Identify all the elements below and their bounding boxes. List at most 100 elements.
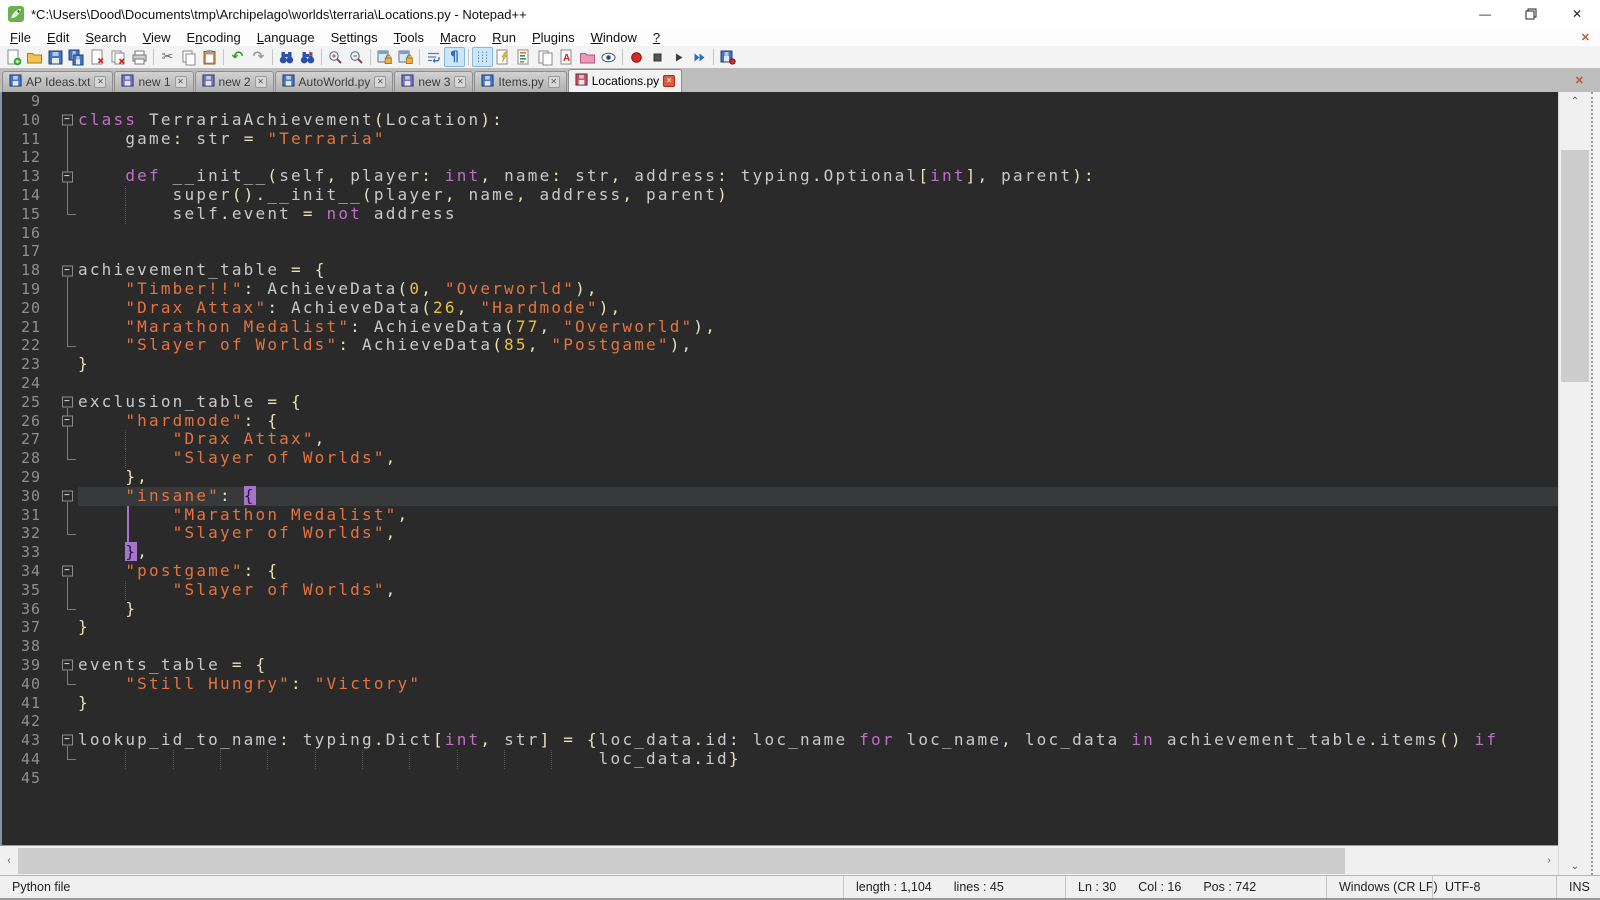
new-file-icon[interactable] xyxy=(3,47,24,67)
tab-close-icon[interactable]: ✕ xyxy=(548,76,560,88)
function-list-icon[interactable] xyxy=(493,47,514,67)
code-line-text[interactable] xyxy=(78,712,1558,731)
word-wrap-icon[interactable] xyxy=(423,47,444,67)
code-line-text[interactable] xyxy=(78,769,1558,788)
code-line-text[interactable] xyxy=(78,92,1558,111)
code-line-text[interactable]: } xyxy=(78,618,1558,637)
code-line-text[interactable]: class TerrariaAchievement(Location): xyxy=(78,111,1558,130)
replace-icon[interactable]: b xyxy=(297,47,318,67)
code-line-text[interactable]: "Slayer of Worlds": AchieveData(85, "Pos… xyxy=(78,336,1558,355)
macro-run-multiple-icon[interactable] xyxy=(689,47,710,67)
vertical-scrollbar[interactable]: ⌃ ⌄ xyxy=(1558,92,1591,875)
code-line-text[interactable]: game: str = "Terraria" xyxy=(78,130,1558,149)
zoom-in-icon[interactable] xyxy=(325,47,346,67)
close-document-icon[interactable]: ✕ xyxy=(1581,31,1590,44)
menu-plugins[interactable]: Plugins xyxy=(524,29,583,46)
code-line-text[interactable]: super().__init__(player, name, address, … xyxy=(78,186,1558,205)
macro-record-icon[interactable] xyxy=(626,47,647,67)
code-line-text[interactable]: }, xyxy=(78,543,1558,562)
fold-marker-icon[interactable]: − xyxy=(58,261,78,280)
scroll-right-icon[interactable]: › xyxy=(1540,846,1558,875)
scroll-down-icon[interactable]: ⌄ xyxy=(1559,857,1591,875)
status-eol-format[interactable]: Windows (CR LF) xyxy=(1326,876,1432,898)
menu-encoding[interactable]: Encoding xyxy=(179,29,249,46)
code-line-text[interactable]: def __init__(self, player: int, name: st… xyxy=(78,167,1558,186)
zoom-out-icon[interactable] xyxy=(346,47,367,67)
print-icon[interactable] xyxy=(129,47,150,67)
code-line-text[interactable]: } xyxy=(78,694,1558,713)
code-line-text[interactable]: loc_data.id} xyxy=(78,750,1558,769)
tab-close-icon[interactable]: ✕ xyxy=(175,76,187,88)
code-line-text[interactable] xyxy=(78,374,1558,393)
copy-icon[interactable] xyxy=(178,47,199,67)
document-map-icon[interactable] xyxy=(514,47,535,67)
fold-marker-icon[interactable]: − xyxy=(58,487,78,506)
tab-new-2[interactable]: new 2✕ xyxy=(195,71,274,92)
status-insert-mode[interactable]: INS xyxy=(1556,876,1600,898)
tab-locations-py[interactable]: Locations.py✕ xyxy=(568,69,682,92)
tab-close-icon[interactable]: ✕ xyxy=(94,76,106,88)
undo-icon[interactable]: ↶ xyxy=(227,47,248,67)
macro-playback-icon[interactable] xyxy=(668,47,689,67)
menu-help[interactable]: ? xyxy=(645,29,668,46)
restore-button[interactable] xyxy=(1508,0,1554,28)
code-line-text[interactable]: "Marathon Medalist": AchieveData(77, "Ov… xyxy=(78,318,1558,337)
minimize-button[interactable]: — xyxy=(1462,0,1508,28)
menu-settings[interactable]: Settings xyxy=(323,29,386,46)
status-encoding[interactable]: UTF-8 xyxy=(1432,876,1556,898)
fold-marker-icon[interactable]: − xyxy=(58,731,78,750)
sync-scroll-horizontal-icon[interactable] xyxy=(395,47,416,67)
code-line-text[interactable] xyxy=(78,637,1558,656)
fold-marker-icon[interactable]: − xyxy=(58,412,78,431)
menu-macro[interactable]: Macro xyxy=(432,29,484,46)
close-button[interactable]: ✕ xyxy=(1554,0,1600,28)
code-line-text[interactable]: } xyxy=(78,355,1558,374)
redo-icon[interactable]: ↷ xyxy=(248,47,269,67)
fold-marker-icon[interactable]: − xyxy=(58,393,78,412)
fold-marker-icon[interactable]: − xyxy=(58,656,78,675)
macro-save-icon[interactable] xyxy=(717,47,738,67)
indent-guide-icon[interactable] xyxy=(472,47,493,67)
menu-window[interactable]: Window xyxy=(583,29,645,46)
menu-edit[interactable]: Edit xyxy=(39,29,77,46)
monitoring-icon[interactable] xyxy=(598,47,619,67)
tab-new-1[interactable]: new 1✕ xyxy=(114,71,193,92)
tab-close-icon[interactable]: ✕ xyxy=(374,76,386,88)
code-line-text[interactable] xyxy=(78,148,1558,167)
code-line-text[interactable]: }, xyxy=(78,468,1558,487)
code-line-text[interactable]: "hardmode": { xyxy=(78,412,1558,431)
cut-icon[interactable]: ✂ xyxy=(157,47,178,67)
fold-marker-icon[interactable]: − xyxy=(58,562,78,581)
find-icon[interactable] xyxy=(276,47,297,67)
code-line-text[interactable]: "Drax Attax": AchieveData(26, "Hardmode"… xyxy=(78,299,1558,318)
menu-search[interactable]: Search xyxy=(77,29,134,46)
show-all-characters-icon[interactable]: ¶ xyxy=(444,47,465,67)
tab-close-icon[interactable]: ✕ xyxy=(454,76,466,88)
scroll-left-icon[interactable]: ‹ xyxy=(0,846,18,875)
scroll-up-icon[interactable]: ⌃ xyxy=(1559,92,1591,110)
macro-stop-icon[interactable] xyxy=(647,47,668,67)
code-line-text[interactable]: "insane": { xyxy=(78,487,1558,506)
code-line-text[interactable]: events_table = { xyxy=(78,656,1558,675)
folder-as-workspace-icon[interactable] xyxy=(577,47,598,67)
fold-marker-icon[interactable]: − xyxy=(58,167,78,186)
vertical-scroll-thumb[interactable] xyxy=(1561,150,1589,382)
code-line-text[interactable]: } xyxy=(78,600,1558,619)
paste-icon[interactable] xyxy=(199,47,220,67)
close-file-icon[interactable] xyxy=(87,47,108,67)
tabbar-close-icon[interactable]: ✕ xyxy=(1575,74,1584,87)
menu-view[interactable]: View xyxy=(135,29,179,46)
code-line-text[interactable]: self.event = not address xyxy=(78,205,1558,224)
tab-ap-ideas-txt[interactable]: AP Ideas.txt✕ xyxy=(2,71,113,92)
menu-tools[interactable]: Tools xyxy=(386,29,432,46)
code-line-text[interactable]: "Slayer of Worlds", xyxy=(78,581,1558,600)
tab-new-3[interactable]: new 3✕ xyxy=(394,71,473,92)
code-line-text[interactable]: "Marathon Medalist", xyxy=(78,506,1558,525)
save-file-icon[interactable] xyxy=(45,47,66,67)
code-line-text[interactable]: lookup_id_to_name: typing.Dict[int, str]… xyxy=(78,731,1558,750)
code-line-text[interactable] xyxy=(78,242,1558,261)
menu-language[interactable]: Language xyxy=(249,29,323,46)
code-line-text[interactable]: "Slayer of Worlds", xyxy=(78,449,1558,468)
fold-marker-icon[interactable]: − xyxy=(58,111,78,130)
tab-close-icon[interactable]: ✕ xyxy=(663,75,675,87)
